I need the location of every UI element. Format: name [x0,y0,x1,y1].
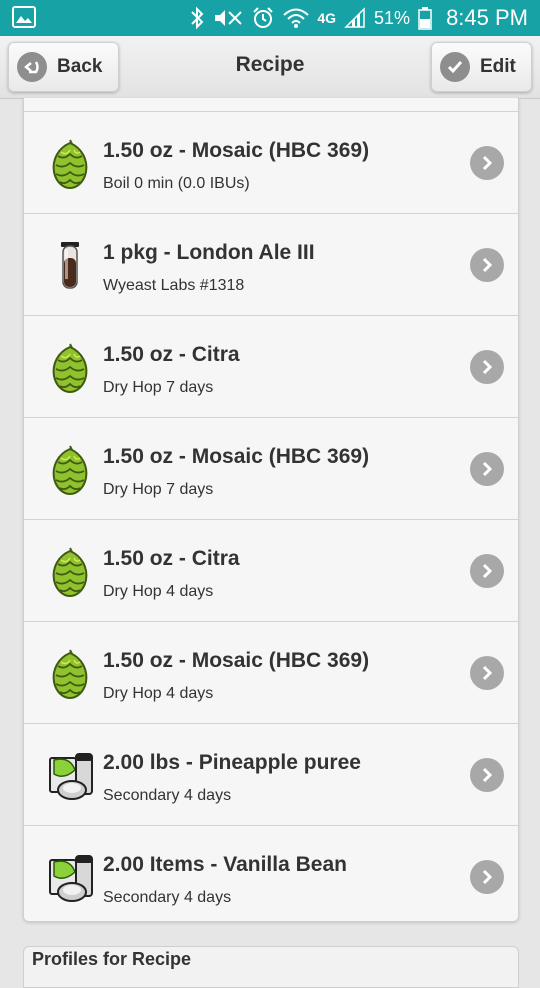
clock: 8:45 PM [446,5,528,30]
ingredient-detail: Dry Hop 4 days [103,685,214,702]
chevron-right-icon[interactable] [470,554,504,588]
ingredient-detail: Secondary 4 days [103,889,232,906]
ingredient-row[interactable]: 1 pkg - London Ale III Wyeast Labs #1318 [24,214,518,316]
alarm-icon [253,7,274,28]
hop-icon [48,546,92,598]
signal-icon [344,7,365,28]
chevron-right-icon[interactable] [470,350,504,384]
list-item-partial [24,98,518,112]
ingredient-title: 1 pkg - London Ale III [103,241,315,264]
ingredient-row[interactable]: 1.50 oz - Citra Dry Hop 4 days [24,520,518,622]
hop-icon [48,648,92,700]
status-bar: 4G 51% 8:45 PM [0,0,540,36]
ingredient-detail: Secondary 4 days [103,787,232,804]
ingredient-row[interactable]: 1.50 oz - Citra Dry Hop 7 days [24,316,518,418]
hop-icon [48,138,92,190]
ingredient-title: 1.50 oz - Citra [103,547,240,570]
ingredient-title: 1.50 oz - Citra [103,343,240,366]
hop-icon [48,342,92,394]
profiles-section: Profiles for Recipe [23,946,519,988]
ingredient-title: 2.00 lbs - Pineapple puree [103,751,361,774]
header-bar: Back Recipe Edit [0,36,540,99]
ingredient-row[interactable]: 2.00 Items - Vanilla Bean Secondary 4 day… [24,826,518,921]
battery-icon [418,7,432,30]
ingredient-row[interactable]: 2.00 lbs - Pineapple puree Secondary 4 da… [24,724,518,826]
wifi-icon [283,8,310,28]
battery-percent: 51% [374,7,411,28]
chevron-right-icon[interactable] [470,656,504,690]
ingredient-detail: Dry Hop 7 days [103,481,214,498]
ingredient-detail: Dry Hop 4 days [103,583,214,600]
ingredient-row[interactable]: 1.50 oz - Mosaic (HBC 369) Boil 0 min (0.… [24,112,518,214]
chevron-right-icon[interactable] [470,452,504,486]
chevron-right-icon[interactable] [470,248,504,282]
misc-ingredient-icon [48,852,93,904]
chevron-right-icon[interactable] [470,758,504,792]
ingredient-title: 1.50 oz - Mosaic (HBC 369) [103,139,370,162]
misc-ingredient-icon [48,750,93,802]
ingredient-list: 1.50 oz - Mosaic (HBC 369) Boil 0 min (0.… [23,98,519,922]
bluetooth-icon [191,6,204,30]
chevron-right-icon[interactable] [470,146,504,180]
yeast-vial-icon [48,240,92,292]
edit-label: Edit [480,56,516,77]
hop-icon [48,444,92,496]
ingredient-title: 1.50 oz - Mosaic (HBC 369) [103,445,370,468]
chevron-right-icon[interactable] [470,860,504,894]
ingredient-title: 2.00 Items - Vanilla Bean [103,853,347,876]
ingredient-detail: Wyeast Labs #1318 [103,277,245,294]
ingredient-title: 1.50 oz - Mosaic (HBC 369) [103,649,370,672]
network-type: 4G [317,10,337,26]
ingredient-row[interactable]: 1.50 oz - Mosaic (HBC 369) Dry Hop 4 days [24,622,518,724]
checkmark-icon [440,52,470,82]
gallery-icon [12,6,36,28]
edit-button[interactable]: Edit [431,42,532,92]
ingredient-detail: Boil 0 min (0.0 IBUs) [103,175,250,192]
ingredient-row[interactable]: 1.50 oz - Mosaic (HBC 369) Dry Hop 7 days [24,418,518,520]
mute-icon [215,10,243,26]
ingredient-detail: Dry Hop 7 days [103,379,214,396]
